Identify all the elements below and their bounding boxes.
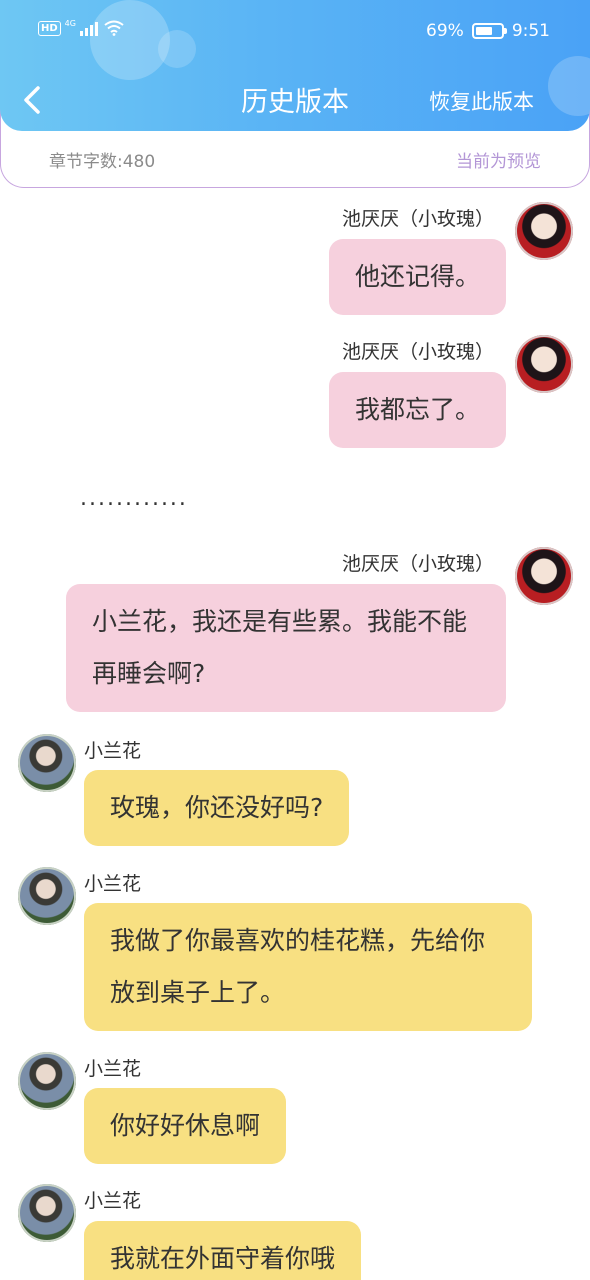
status-bar: HD 4G 69% 9:51: [0, 0, 590, 62]
network-type: 4G: [64, 19, 76, 28]
speaker-name: 池厌厌（小玫瑰）: [341, 553, 494, 575]
avatar[interactable]: [515, 202, 573, 260]
preview-label: 当前为预览: [456, 152, 541, 172]
speaker-name: 小兰花: [84, 1190, 142, 1212]
header-bar: HD 4G 69% 9:51 历史版本 恢复此版本: [0, 0, 590, 131]
message-bubble: 你好好休息啊: [84, 1088, 287, 1164]
speaker-name: 小兰花: [84, 873, 142, 895]
message-bubble: 我都忘了。: [328, 372, 506, 448]
message-bubble: 他还记得。: [328, 239, 506, 315]
ellipsis-separator: ............: [80, 486, 188, 511]
wifi-icon: [104, 20, 124, 36]
speaker-name: 池厌厌（小玫瑰）: [341, 341, 494, 363]
avatar[interactable]: [18, 1052, 76, 1110]
speaker-name: 小兰花: [84, 1058, 142, 1080]
message-bubble: 我做了你最喜欢的桂花糕，先给你放到桌子上了。: [84, 903, 532, 1031]
restore-version-button[interactable]: 恢复此版本: [429, 86, 534, 116]
avatar[interactable]: [18, 1184, 76, 1242]
message-bubble: 小兰花，我还是有些累。我能不能再睡会啊?: [66, 584, 506, 712]
battery-icon: [471, 23, 507, 39]
clock: 9:51: [511, 21, 550, 41]
speaker-name: 池厌厌（小玫瑰）: [341, 208, 494, 230]
battery-percent: 69%: [426, 21, 464, 41]
avatar[interactable]: [515, 335, 573, 393]
word-count: 章节字数:480: [49, 152, 156, 172]
avatar[interactable]: [18, 867, 76, 925]
speaker-name: 小兰花: [84, 740, 142, 762]
hd-icon: HD: [38, 20, 61, 36]
avatar[interactable]: [515, 547, 573, 605]
message-bubble: 玫瑰，你还没好吗?: [84, 770, 350, 846]
avatar[interactable]: [18, 734, 76, 792]
signal-icon: 4G: [64, 19, 98, 36]
message-bubble: 我就在外面守着你哦: [84, 1221, 362, 1280]
